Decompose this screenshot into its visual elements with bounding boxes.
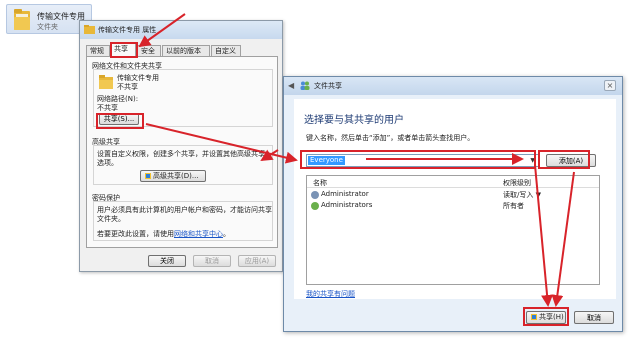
folder-name: 传输文件专用	[37, 12, 85, 21]
column-header-permission[interactable]: 权限级别	[503, 178, 531, 188]
user-icon	[311, 191, 319, 199]
sharing-trouble-link[interactable]: 我的共享有问题	[306, 289, 355, 299]
close-icon[interactable]: ×	[604, 80, 616, 91]
advanced-sharing-description: 设置自定义权限，创建多个共享，并设置其他高级共享	[97, 150, 265, 158]
list-item[interactable]: Administrators 所有者	[307, 200, 599, 211]
advanced-sharing-group: 设置自定义权限，创建多个共享，并设置其他高级共享 选项。 高级共享(D)...	[93, 145, 273, 185]
people-icon	[300, 81, 310, 90]
folder-icon	[84, 25, 95, 34]
share-confirm-label: 共享(H)	[539, 313, 564, 321]
add-button[interactable]: 添加(A)	[546, 154, 596, 167]
permission-level-dropdown[interactable]: 读取/写入 ▼	[503, 190, 541, 200]
list-item[interactable]: Administrator 读取/写入 ▼	[307, 189, 599, 200]
file-sharing-titlebar: ◀ 文件共享 ×	[284, 77, 622, 95]
file-sharing-title: 文件共享	[314, 82, 342, 90]
column-header-name[interactable]: 名称	[313, 178, 327, 188]
cancel-button[interactable]: 取消	[193, 255, 231, 267]
wizard-cancel-button[interactable]: 取消	[574, 311, 614, 324]
shield-icon	[145, 173, 151, 179]
sharing-tab-page: 网络文件和文件夹共享 传输文件专用 不共享 网络路径(N): 不共享 共享(S)…	[86, 56, 278, 248]
advanced-sharing-button[interactable]: 高级共享(D)...	[140, 170, 206, 182]
change-setting-prefix: 若要更改此设置，请使用	[97, 230, 174, 238]
folder-type: 文件夹	[37, 23, 58, 31]
properties-title: 传输文件专用 属性	[98, 26, 157, 34]
advanced-sharing-button-label: 高级共享(D)...	[153, 172, 199, 180]
folder-icon	[99, 75, 113, 89]
permission-level: 所有者	[503, 202, 524, 210]
shield-icon	[531, 314, 537, 320]
user-name: Administrators	[321, 201, 373, 209]
file-sharing-dialog: ◀ 文件共享 × 选择要与其共享的用户 键入名称，然后单击“添加”，或者单击箭头…	[283, 76, 623, 332]
password-protection-text-cont: 文件夹。	[97, 215, 125, 223]
group-icon	[311, 202, 319, 210]
chevron-down-icon[interactable]: ▼	[530, 157, 535, 164]
shared-users-list: 名称 权限级别 Administrator 读取/写入 ▼ Administra…	[306, 175, 600, 285]
folder-icon	[14, 9, 30, 30]
change-setting-suffix: 。	[223, 230, 230, 238]
share-button[interactable]: 共享(S)...	[99, 113, 139, 125]
tab-general[interactable]: 常规	[86, 45, 110, 56]
close-button[interactable]: 关闭	[148, 255, 186, 267]
network-sharing-center-link[interactable]: 网络和共享中心	[174, 230, 223, 238]
properties-dialog: 传输文件专用 属性 常规 共享 安全 以前的版本 自定义 网络文件和文件夹共享 …	[79, 20, 283, 272]
tab-previous-versions[interactable]: 以前的版本	[162, 45, 210, 56]
user-name-combobox[interactable]: Everyone ▼	[306, 154, 539, 167]
file-sharing-body: 选择要与其共享的用户 键入名称，然后单击“添加”，或者单击箭头查找用户。 Eve…	[294, 99, 616, 299]
user-name-value: Everyone	[308, 156, 345, 165]
network-sharing-group: 传输文件专用 不共享 网络路径(N): 不共享 共享(S)...	[93, 69, 273, 127]
back-arrow-icon[interactable]: ◀	[288, 81, 294, 90]
choose-people-heading: 选择要与其共享的用户	[304, 115, 404, 126]
shared-folder-state: 不共享	[117, 83, 138, 91]
network-path-value: 不共享	[97, 104, 118, 112]
apply-button[interactable]: 应用(A)	[238, 255, 276, 267]
tab-sharing[interactable]: 共享	[110, 43, 136, 56]
tab-security[interactable]: 安全	[137, 45, 161, 56]
properties-titlebar: 传输文件专用 属性	[80, 21, 282, 39]
user-name: Administrator	[321, 190, 369, 198]
password-protection-change-text: 若要更改此设置，请使用网络和共享中心。	[97, 229, 230, 239]
advanced-sharing-description-cont: 选项。	[97, 159, 118, 167]
tab-customize[interactable]: 自定义	[211, 45, 241, 56]
password-protection-group: 用户必须具有此计算机的用户帐户和密码，才能访问共享 文件夹。 若要更改此设置，请…	[93, 201, 273, 241]
list-header: 名称 权限级别	[307, 176, 599, 188]
choose-people-instruction: 键入名称，然后单击“添加”，或者单击箭头查找用户。	[306, 134, 475, 142]
share-confirm-button[interactable]: 共享(H)	[526, 311, 566, 324]
